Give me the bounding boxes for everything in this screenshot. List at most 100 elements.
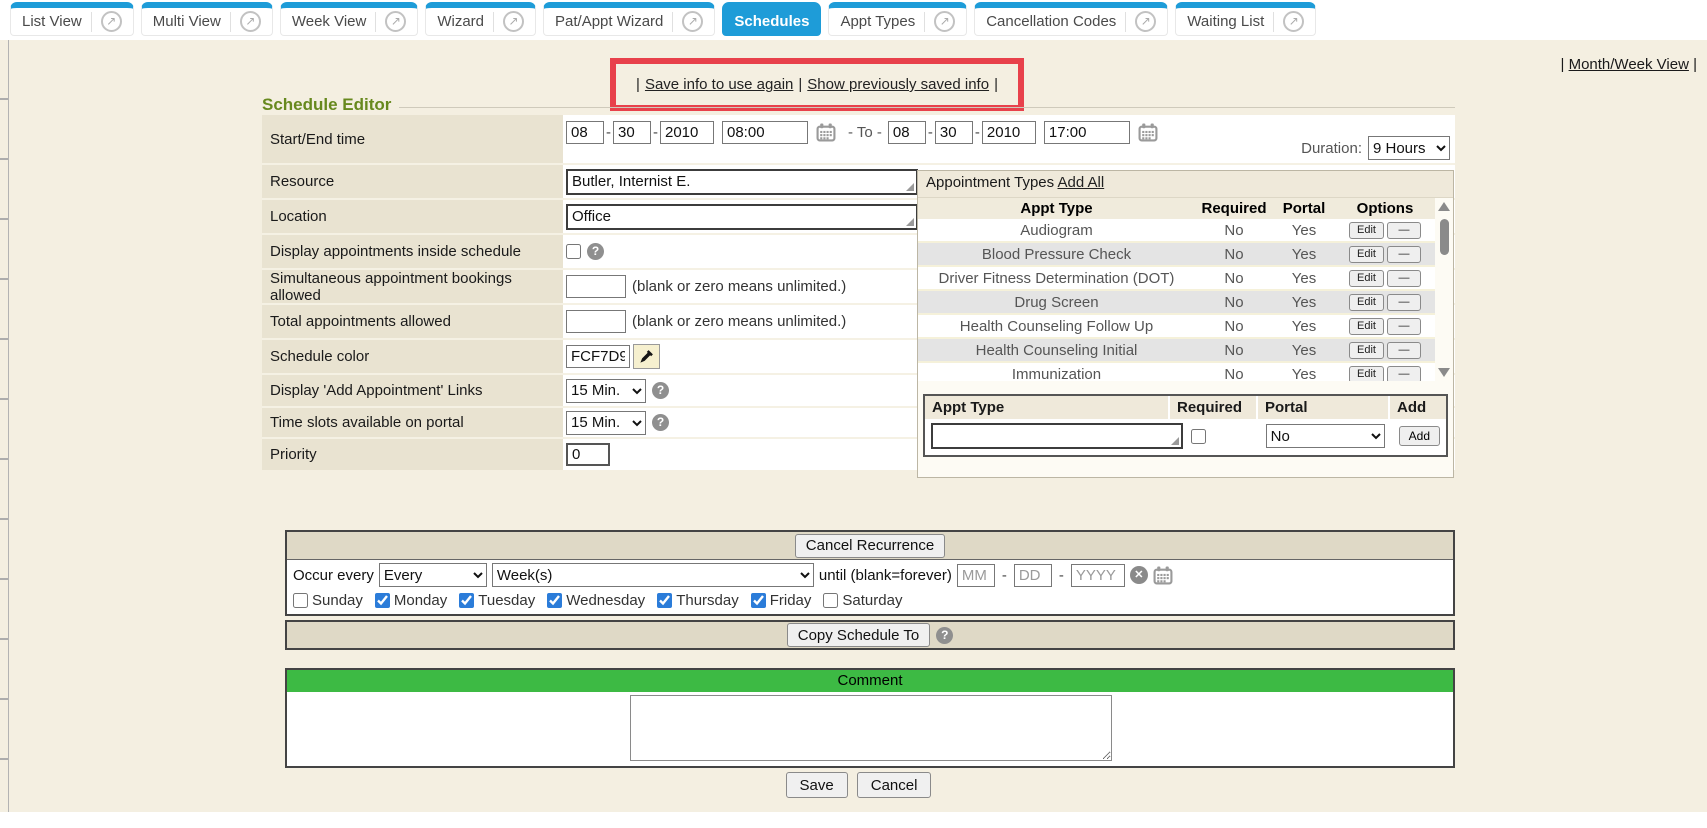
popout-icon[interactable]: ↗: [934, 11, 955, 32]
save-button[interactable]: Save: [786, 772, 848, 798]
occur-every-select[interactable]: Every: [379, 563, 487, 587]
start-end-time-row: Start/End time - - - To -: [262, 115, 1455, 165]
popout-icon[interactable]: ↗: [385, 11, 406, 32]
edit-button[interactable]: Edit: [1349, 318, 1384, 335]
edit-button[interactable]: Edit: [1349, 270, 1384, 287]
occur-unit-select[interactable]: Week(s): [492, 563, 814, 587]
simultaneous-input[interactable]: [566, 275, 626, 298]
edit-button[interactable]: Edit: [1349, 246, 1384, 263]
start-day-input[interactable]: [613, 121, 651, 144]
until-year-input[interactable]: [1071, 564, 1125, 587]
end-day-input[interactable]: [935, 121, 973, 144]
start-time-input[interactable]: [722, 121, 808, 144]
tab-cancellation-codes[interactable]: Cancellation Codes ↗: [974, 2, 1168, 36]
add-all-link[interactable]: Add All: [1057, 174, 1104, 191]
appt-table-scrollbar[interactable]: [1435, 198, 1453, 381]
day-tuesday-checkbox[interactable]: [459, 593, 474, 608]
tab-list-view[interactable]: List View ↗: [10, 2, 134, 36]
location-input[interactable]: [566, 204, 918, 230]
tab-week-view[interactable]: Week View ↗: [280, 2, 418, 36]
save-info-link[interactable]: Save info to use again: [645, 76, 793, 93]
display-appts-checkbox[interactable]: [566, 244, 581, 259]
new-appt-required-checkbox[interactable]: [1191, 429, 1206, 444]
add-appt-type-button[interactable]: Add: [1399, 426, 1440, 446]
day-saturday[interactable]: Saturday: [823, 592, 902, 609]
comment-textarea[interactable]: [630, 695, 1112, 761]
popout-icon[interactable]: ↗: [682, 11, 703, 32]
priority-input[interactable]: [566, 443, 610, 466]
scroll-up-arrow[interactable]: [1438, 202, 1450, 211]
day-tuesday[interactable]: Tuesday: [459, 592, 535, 609]
edit-button[interactable]: Edit: [1349, 366, 1384, 382]
day-wednesday[interactable]: Wednesday: [547, 592, 645, 609]
day-thursday-checkbox[interactable]: [657, 593, 672, 608]
edit-button[interactable]: Edit: [1349, 294, 1384, 311]
total-appts-input[interactable]: [566, 310, 626, 333]
cancel-button[interactable]: Cancel: [857, 772, 932, 798]
popout-icon[interactable]: ↗: [1135, 11, 1156, 32]
remove-button[interactable]: —: [1387, 246, 1421, 263]
schedule-color-input[interactable]: [566, 345, 630, 368]
unlimited-hint: (blank or zero means unlimited.): [632, 313, 846, 330]
new-appt-type-input[interactable]: [931, 423, 1183, 449]
calendar-icon[interactable]: [1138, 123, 1158, 142]
add-links-interval-select[interactable]: 15 Min.: [566, 379, 646, 403]
tab-schedules[interactable]: Schedules: [722, 2, 821, 36]
tab-waiting-list[interactable]: Waiting List ↗: [1175, 2, 1316, 36]
day-sunday-checkbox[interactable]: [293, 593, 308, 608]
until-day-input[interactable]: [1014, 564, 1052, 587]
start-year-input[interactable]: [660, 121, 714, 144]
tab-appt-types[interactable]: Appt Types ↗: [828, 2, 967, 36]
end-time-input[interactable]: [1044, 121, 1130, 144]
scroll-down-arrow[interactable]: [1438, 368, 1450, 377]
divider: [230, 12, 231, 32]
remove-button[interactable]: —: [1387, 318, 1421, 335]
tab-multi-view[interactable]: Multi View ↗: [141, 2, 273, 36]
popout-icon[interactable]: ↗: [503, 11, 524, 32]
day-saturday-checkbox[interactable]: [823, 593, 838, 608]
start-month-input[interactable]: [566, 121, 604, 144]
calendar-icon[interactable]: [816, 123, 836, 142]
end-month-input[interactable]: [888, 121, 926, 144]
popout-icon[interactable]: ↗: [240, 11, 261, 32]
tab-wizard[interactable]: Wizard ↗: [425, 2, 536, 36]
show-saved-info-link[interactable]: Show previously saved info: [807, 76, 989, 93]
popout-icon[interactable]: ↗: [1283, 11, 1304, 32]
resource-input[interactable]: [566, 169, 918, 195]
duration-select[interactable]: 9 Hours: [1368, 136, 1450, 160]
clear-date-icon[interactable]: ✕: [1130, 566, 1148, 584]
day-thursday[interactable]: Thursday: [657, 592, 739, 609]
calendar-icon[interactable]: [1153, 566, 1173, 585]
remove-button[interactable]: —: [1387, 222, 1421, 239]
help-icon[interactable]: ?: [652, 414, 669, 431]
day-friday-checkbox[interactable]: [751, 593, 766, 608]
end-year-input[interactable]: [982, 121, 1036, 144]
remove-button[interactable]: —: [1387, 294, 1421, 311]
portal-interval-select[interactable]: 15 Min.: [566, 411, 646, 435]
help-icon[interactable]: ?: [936, 627, 953, 644]
remove-button[interactable]: —: [1387, 270, 1421, 287]
scroll-thumb[interactable]: [1440, 219, 1449, 255]
day-monday-checkbox[interactable]: [375, 593, 390, 608]
divider: [924, 12, 925, 32]
edit-button[interactable]: Edit: [1349, 342, 1384, 359]
day-wednesday-checkbox[interactable]: [547, 593, 562, 608]
day-sunday[interactable]: Sunday: [293, 592, 363, 609]
tab-pat-appt-wizard[interactable]: Pat/Appt Wizard ↗: [543, 2, 715, 36]
remove-button[interactable]: —: [1387, 342, 1421, 359]
help-icon[interactable]: ?: [652, 382, 669, 399]
cancel-recurrence-button[interactable]: Cancel Recurrence: [795, 534, 945, 558]
day-friday[interactable]: Friday: [751, 592, 812, 609]
help-icon[interactable]: ?: [587, 243, 604, 260]
recurrence-settings-row: Occur every Every Week(s) until (blank=f…: [287, 560, 1453, 590]
color-picker-button[interactable]: [633, 344, 660, 369]
edit-button[interactable]: Edit: [1349, 222, 1384, 239]
new-appt-portal-select[interactable]: No: [1266, 424, 1385, 448]
occur-every-label: Occur every: [293, 567, 374, 584]
until-month-input[interactable]: [957, 564, 995, 587]
copy-schedule-button[interactable]: Copy Schedule To: [787, 623, 930, 647]
remove-button[interactable]: —: [1387, 366, 1421, 382]
day-monday[interactable]: Monday: [375, 592, 447, 609]
popout-icon[interactable]: ↗: [101, 11, 122, 32]
month-week-view-link[interactable]: Month/Week View: [1569, 56, 1689, 73]
